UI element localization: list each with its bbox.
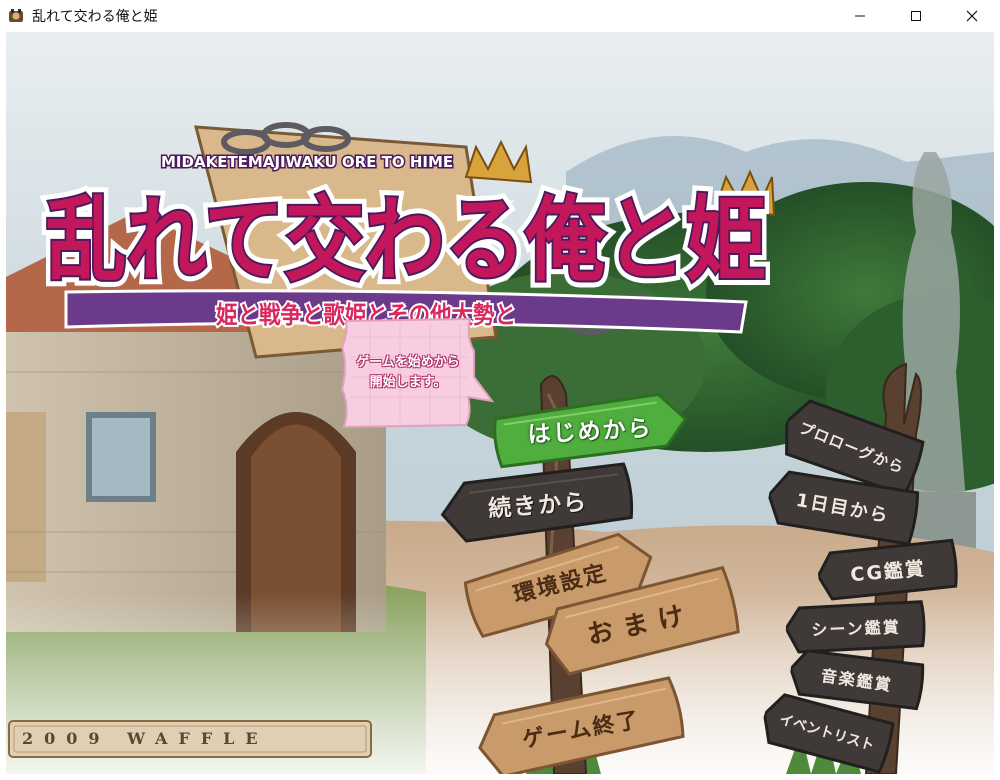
scene-gallery-label: シーン鑑賞 xyxy=(811,617,901,640)
close-icon xyxy=(966,10,978,22)
minimize-button[interactable] xyxy=(832,0,888,32)
close-button[interactable] xyxy=(944,0,1000,32)
window-controls xyxy=(832,0,1000,32)
title-screen: MIDAKETEMAJIWAKU ORE TO HIME 乱れて交わる俺と姫 乱… xyxy=(6,32,994,774)
copyright-plate: 2009 WAFFLE xyxy=(8,720,372,758)
maximize-icon xyxy=(911,11,921,21)
crown-icon xyxy=(464,139,533,184)
new-game-label: はじめから xyxy=(527,415,654,449)
window-titlebar: 乱れて交わる俺と姫 xyxy=(0,0,1000,32)
minimize-icon xyxy=(855,15,865,17)
new-game-button[interactable]: はじめから xyxy=(488,385,692,473)
maximize-button[interactable] xyxy=(888,0,944,32)
logo-romaji: MIDAKETEMAJIWAKU ORE TO HIME xyxy=(161,153,453,171)
game-app-icon xyxy=(9,9,23,22)
logo-title-outline: 乱れて交わる俺と姫 xyxy=(46,187,766,294)
window-title: 乱れて交わる俺と姫 xyxy=(32,9,158,25)
continue-label: 続きから xyxy=(487,489,589,523)
copyright-text: 2009 WAFFLE xyxy=(22,729,269,748)
